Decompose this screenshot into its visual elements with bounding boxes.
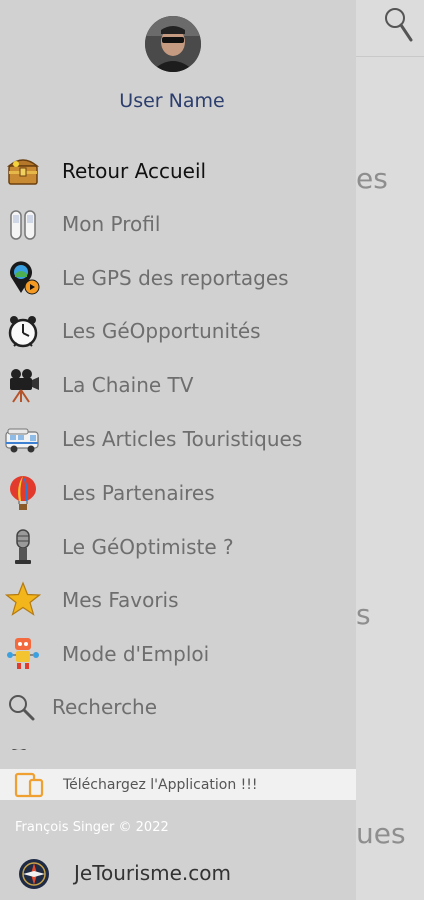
microphone-icon [4, 528, 42, 566]
menu-item-home[interactable]: Retour Accueil [0, 147, 356, 195]
background-text-fragment: s [356, 598, 371, 631]
camper-van-icon [4, 420, 42, 458]
background-text-fragment: es [356, 162, 388, 195]
star-icon [4, 581, 42, 619]
map-pin-play-icon [4, 259, 42, 297]
menu-item-label: Mes Favoris [62, 588, 179, 612]
menu-item-partners[interactable]: Les Partenaires [0, 469, 356, 517]
devices-icon [14, 772, 46, 798]
website-link[interactable]: JeTourisme.com [0, 852, 356, 896]
menu-item-articles[interactable]: Les Articles Touristiques [0, 415, 356, 463]
menu-item-label: Recherche [52, 695, 158, 719]
treasure-chest-icon [4, 152, 42, 190]
hot-air-balloon-icon [4, 474, 42, 512]
menu-item-label: Mon Profil [62, 212, 161, 236]
menu-item-profile[interactable]: Mon Profil [0, 200, 356, 248]
background-text-fragment: ues [356, 817, 406, 850]
compass-icon [18, 858, 50, 890]
menu-item-label: Le GPS des reportages [62, 266, 289, 290]
menu-item-label: Le GéOptimiste ? [62, 535, 234, 559]
menu-item-label: Retour Accueil [62, 159, 207, 183]
menu-item-opportunities[interactable]: Les GéOpportunités [0, 307, 356, 355]
menu-item-label: La Chaine TV [62, 373, 194, 397]
movie-camera-icon [4, 366, 42, 404]
robot-icon [4, 635, 42, 673]
menu-item-label: Les Partenaires [62, 481, 215, 505]
menu-item-search[interactable]: Recherche [0, 683, 356, 731]
menu-item-label: Mode d'Emploi [62, 642, 210, 666]
menu-item-geoptimist[interactable]: Le GéOptimiste ? [0, 523, 356, 571]
download-app-banner[interactable]: Téléchargez l'Application !!! [0, 769, 356, 800]
download-app-label: Téléchargez l'Application !!! [63, 776, 258, 793]
shoes-icon [4, 205, 42, 243]
menu-item-label: Les Articles Touristiques [62, 427, 303, 451]
navigation-drawer: User Name Retour Accueil Mon Profil Le G… [0, 0, 356, 900]
search-icon [2, 688, 40, 726]
menu-item-favorites[interactable]: Mes Favoris [0, 576, 356, 624]
copyright-text: François Singer © 2022 [15, 820, 169, 835]
menu-item-gps[interactable]: Le GPS des reportages [0, 254, 356, 302]
user-name[interactable]: User Name [0, 90, 344, 112]
menu-item-tv[interactable]: La Chaine TV [0, 361, 356, 409]
search-icon[interactable] [383, 4, 415, 44]
alarm-clock-icon [4, 312, 42, 350]
partial-menu-icon [6, 742, 32, 750]
avatar[interactable] [145, 16, 201, 72]
menu-item-manual[interactable]: Mode d'Emploi [0, 630, 356, 678]
website-label: JeTourisme.com [74, 861, 231, 885]
menu-item-label: Les GéOpportunités [62, 319, 261, 343]
